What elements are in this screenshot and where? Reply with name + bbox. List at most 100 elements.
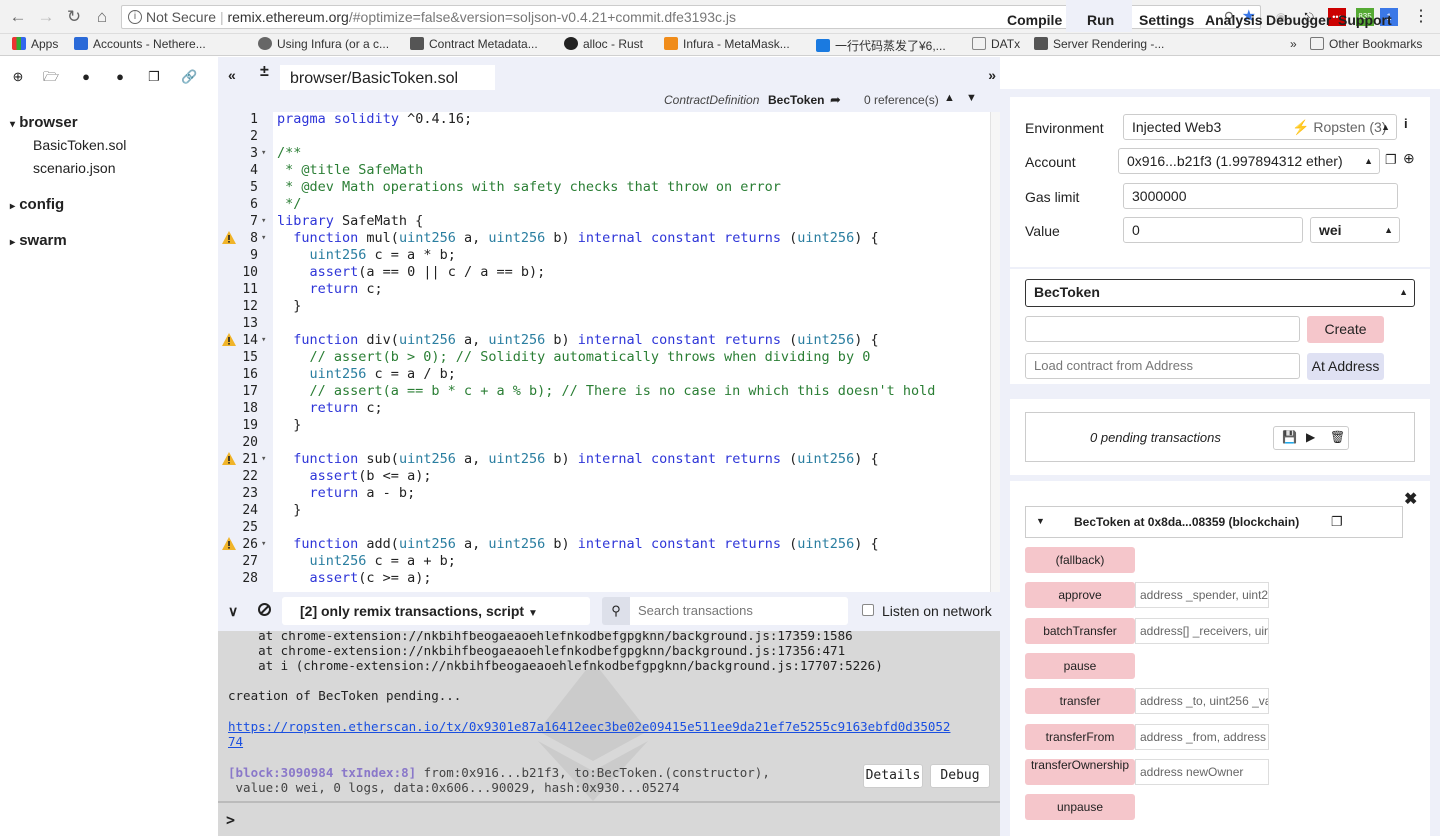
editor-scrollbar[interactable] xyxy=(990,112,1000,592)
function-args-input[interactable]: address _spender, uint256 _value xyxy=(1135,582,1269,609)
collapse-right-icon[interactable]: » xyxy=(988,67,996,83)
info-icon[interactable]: i xyxy=(1404,116,1408,131)
code-line[interactable]: 14 ▾ function div(uint256 a, uint256 b) i… xyxy=(218,332,1000,349)
add-account-icon[interactable]: ⊕ xyxy=(1403,150,1415,167)
code-line[interactable]: 27 uint256 c = a + b; xyxy=(218,553,1000,570)
code-line[interactable]: 3 ▾ /** xyxy=(218,145,1000,162)
etherscan-link[interactable]: 74 xyxy=(228,734,243,749)
at-address-button[interactable]: At Address xyxy=(1307,353,1384,380)
bookmark-item[interactable]: 一行代码蒸发了¥6,... xyxy=(816,37,946,54)
github-icon[interactable]: ● xyxy=(112,69,128,85)
create-button[interactable]: Create xyxy=(1307,316,1384,343)
bookmark-item[interactable]: DATx xyxy=(972,37,1020,51)
function-button[interactable]: transferOwnership xyxy=(1025,758,1135,785)
code-line[interactable]: 10 assert(a == 0 || c / a == b); xyxy=(218,264,1000,281)
bookmark-item[interactable]: Server Rendering -... xyxy=(1034,37,1164,51)
copy-icon[interactable]: ❐ xyxy=(1385,152,1397,168)
bookmark-item[interactable]: Accounts - Nethere... xyxy=(74,37,206,51)
code-line[interactable]: 16 uint256 c = a / b; xyxy=(218,366,1000,383)
clear-icon[interactable] xyxy=(258,603,271,616)
toggle-terminal-icon[interactable]: ∨ xyxy=(228,603,238,620)
function-args-input[interactable]: address _to, uint256 _value xyxy=(1135,688,1269,715)
terminal-output[interactable]: at chrome-extension://nkbihfbeogaeaoehle… xyxy=(218,631,1000,801)
code-line[interactable]: 5 * @dev Math operations with safety che… xyxy=(218,179,1000,196)
constructor-args-input[interactable] xyxy=(1025,316,1300,342)
code-line[interactable]: 19 } xyxy=(218,417,1000,434)
function-args-input[interactable]: address newOwner xyxy=(1135,758,1269,785)
play-icon[interactable]: ▶ xyxy=(1306,430,1315,444)
value-unit-select[interactable]: wei ▲ xyxy=(1310,217,1400,243)
listen-network-checkbox[interactable] xyxy=(862,604,874,616)
fold-icon[interactable]: ▾ xyxy=(261,332,266,349)
other-bookmarks[interactable]: Other Bookmarks xyxy=(1310,37,1422,51)
bookmark-item[interactable]: alloc - Rust xyxy=(564,37,643,51)
fold-icon[interactable]: ▾ xyxy=(261,451,266,468)
search-icon[interactable]: ⚲ xyxy=(602,597,630,625)
function-button[interactable]: transferFrom xyxy=(1025,723,1135,750)
search-transactions-input[interactable]: Search transactions xyxy=(630,597,848,625)
code-line[interactable]: 26 ▾ function add(uint256 a, uint256 b) i… xyxy=(218,536,1000,553)
function-button[interactable]: (fallback) xyxy=(1025,547,1135,573)
code-line[interactable]: 17 // assert(a == b * c + a % b); // The… xyxy=(218,383,1000,400)
function-button[interactable]: unpause xyxy=(1025,794,1135,821)
warning-icon[interactable] xyxy=(222,333,236,346)
transaction-filter-select[interactable]: [2] only remix transactions, script ▼ xyxy=(282,597,590,625)
debug-button[interactable]: Debug xyxy=(930,764,990,788)
new-file-icon[interactable]: ⊕ xyxy=(10,69,26,85)
code-line[interactable]: 9 uint256 c = a * b; xyxy=(218,247,1000,264)
code-line[interactable]: 20 xyxy=(218,434,1000,451)
chevron-down-icon[interactable]: ▼ xyxy=(966,92,977,104)
more-bookmarks-icon[interactable]: » xyxy=(1290,37,1297,51)
fold-icon[interactable]: ▾ xyxy=(261,145,266,162)
home-icon[interactable]: ⌂ xyxy=(92,7,112,27)
function-args-input[interactable]: address _from, address _to, uint256 _val… xyxy=(1135,723,1269,750)
file-scenario[interactable]: scenario.json xyxy=(33,160,116,176)
link-icon[interactable]: 🔗 xyxy=(181,69,197,85)
tab-settings[interactable]: Settings xyxy=(1139,12,1194,28)
code-line[interactable]: 4 * @title SafeMath xyxy=(218,162,1000,179)
bookmark-item[interactable]: Infura - MetaMask... xyxy=(664,37,790,51)
code-line[interactable]: 11 return c; xyxy=(218,281,1000,298)
folder-config[interactable]: ▸ config xyxy=(10,196,64,213)
forward-icon[interactable]: → xyxy=(36,7,56,27)
details-button[interactable]: Details xyxy=(863,764,923,788)
code-line[interactable]: 6 */ xyxy=(218,196,1000,213)
code-line[interactable]: 23 return a - b; xyxy=(218,485,1000,502)
function-button[interactable]: pause xyxy=(1025,652,1135,679)
fold-icon[interactable]: ▾ xyxy=(261,213,266,230)
code-line[interactable]: 21 ▾ function sub(uint256 a, uint256 b) i… xyxy=(218,451,1000,468)
reload-icon[interactable]: ↻ xyxy=(64,7,84,27)
instance-header[interactable]: ▼ BecToken at 0x8da...08359 (blockchain)… xyxy=(1025,506,1403,538)
code-line[interactable]: 22 assert(b <= a); xyxy=(218,468,1000,485)
copy-icon[interactable]: ❐ xyxy=(1331,514,1343,530)
folder-swarm[interactable]: ▸ swarm xyxy=(10,232,67,249)
account-select[interactable]: 0x916...b21f3 (1.997894312 ether) ▲ xyxy=(1118,148,1380,174)
info-icon[interactable]: i xyxy=(128,10,142,24)
save-icon[interactable]: 💾 xyxy=(1282,430,1297,444)
warning-icon[interactable] xyxy=(222,452,236,465)
terminal-input[interactable]: > xyxy=(218,801,1000,836)
copy-icon[interactable]: ❐ xyxy=(146,69,162,85)
code-line[interactable]: 28 assert(c >= a); xyxy=(218,570,1000,587)
goto-definition-icon[interactable]: ➦ xyxy=(830,92,841,108)
code-line[interactable]: 13 xyxy=(218,315,1000,332)
close-icon[interactable]: ✖ xyxy=(1404,489,1417,509)
value-input[interactable]: 0 xyxy=(1123,217,1303,243)
code-line[interactable]: 1 pragma solidity ^0.4.16; xyxy=(218,112,1000,128)
code-editor[interactable]: 1 pragma solidity ^0.4.16; 2 3 ▾/** 4 * @titl… xyxy=(218,112,1000,592)
tab-analysis[interactable]: Analysis xyxy=(1205,12,1263,28)
code-line[interactable]: 15 // assert(b > 0); // Solidity automat… xyxy=(218,349,1000,366)
code-line[interactable]: 8 ▾ function mul(uint256 a, uint256 b) in… xyxy=(218,230,1000,247)
warning-icon[interactable] xyxy=(222,537,236,550)
back-icon[interactable]: ← xyxy=(8,7,28,27)
function-button[interactable]: approve xyxy=(1025,582,1135,609)
bookmark-item[interactable]: Apps xyxy=(12,37,58,51)
code-line[interactable]: 18 return c; xyxy=(218,400,1000,417)
bookmark-item[interactable]: Contract Metadata... xyxy=(410,37,538,51)
fold-icon[interactable]: ▾ xyxy=(261,536,266,553)
etherscan-link[interactable]: https://ropsten.etherscan.io/tx/0x9301e8… xyxy=(228,719,950,734)
function-button[interactable]: transfer xyxy=(1025,688,1135,715)
contract-select[interactable]: BecToken ▲ xyxy=(1025,279,1415,307)
github-icon[interactable]: ● xyxy=(78,69,94,85)
warning-icon[interactable] xyxy=(222,231,236,244)
